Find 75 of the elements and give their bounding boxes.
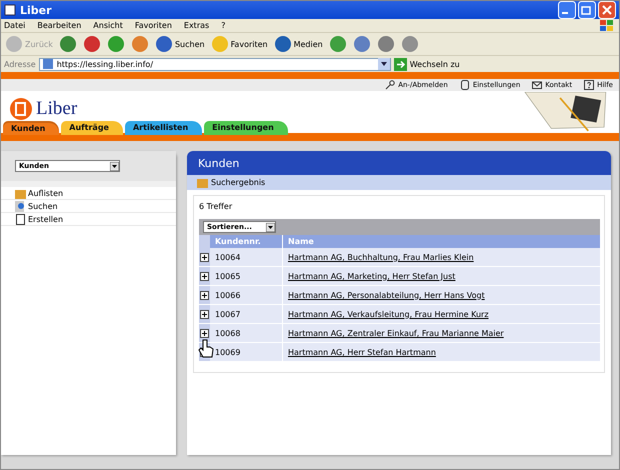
expand-icon[interactable] — [200, 310, 209, 318]
section-label: Suchergebnis — [211, 178, 266, 187]
menu-item[interactable]: Extras — [184, 21, 210, 30]
table-cell: 10067 — [210, 305, 283, 323]
toolbar-icon — [82, 35, 101, 53]
toolbar-icon — [106, 35, 125, 53]
address-field[interactable]: https://lessing.liber.info/ — [38, 58, 391, 70]
toolbar-button[interactable] — [400, 35, 419, 53]
document-icon — [15, 214, 26, 224]
toolbar-button[interactable]: Medien — [274, 35, 323, 53]
logo-text: Liber — [36, 98, 78, 120]
dropdown-icon — [110, 162, 119, 170]
folder-icon — [197, 177, 208, 188]
expand-icon[interactable] — [200, 252, 209, 262]
panel-title: Kunden — [187, 151, 611, 175]
dropdown-icon — [378, 58, 390, 70]
minimize-button[interactable] — [558, 1, 576, 19]
key-icon — [385, 80, 396, 90]
toolbar-icon — [130, 35, 149, 53]
window-title: Liber — [20, 4, 53, 16]
menu-item[interactable]: Ansicht — [93, 21, 123, 30]
toolbar-icon — [5, 35, 23, 53]
toolbar-button[interactable] — [376, 35, 395, 53]
toolbar-button[interactable]: Favoriten — [210, 35, 268, 53]
toolbar-button[interactable] — [328, 35, 347, 53]
customer-link[interactable]: Hartmann AG, Zentraler Einkauf, Frau Marianne Maier — [288, 328, 504, 338]
address-label: Adresse — [4, 60, 36, 68]
customer-link[interactable]: Hartmann AG, Herr Stefan Hartmann — [288, 348, 436, 356]
toolbar-icon — [328, 35, 347, 53]
sidebar-item[interactable]: Erstellen — [1, 213, 176, 226]
menu-item[interactable]: Datei — [4, 21, 26, 30]
toolbar-button[interactable] — [58, 35, 77, 53]
close-button[interactable] — [598, 1, 616, 19]
nav-tab[interactable]: Einstellungen — [204, 121, 288, 135]
sidebar-item[interactable]: Auflisten — [1, 187, 176, 200]
customer-link[interactable]: Hartmann AG, Marketing, Herr Stefan Just — [288, 272, 456, 280]
dropdown-icon — [266, 222, 275, 232]
page-icon — [4, 4, 16, 16]
menu-item[interactable]: Favoriten — [134, 21, 172, 30]
table-cell: 10068 — [210, 324, 283, 342]
toolbar-icon — [352, 35, 371, 53]
table-cell: 10065 — [210, 267, 283, 285]
table-cell: 10064 — [210, 248, 283, 266]
expand-icon[interactable] — [200, 290, 209, 300]
toolbar-button[interactable] — [82, 35, 101, 53]
expand-icon[interactable] — [200, 328, 209, 338]
toolbar-button[interactable]: Suchen — [154, 35, 205, 53]
toolbar-button[interactable] — [352, 35, 371, 53]
page-icon — [42, 58, 54, 70]
nav-tab[interactable]: Artikellisten — [124, 121, 202, 135]
expand-icon[interactable] — [200, 272, 209, 280]
go-button[interactable]: Wechseln zu — [394, 58, 460, 70]
customer-link[interactable]: Hartmann AG, Buchhaltung, Frau Marlies Klein — [288, 252, 474, 262]
sidebar-item[interactable]: Suchen — [1, 200, 176, 213]
nav-tab[interactable]: Kunden — [3, 121, 60, 135]
table-cell: 10066 — [210, 286, 283, 304]
nav-tab[interactable]: Aufträge — [61, 121, 123, 135]
logo-icon — [9, 97, 33, 121]
help-icon — [584, 80, 594, 90]
toolbar-icon — [58, 35, 77, 53]
toolbar-icon — [274, 35, 292, 53]
folder-icon — [15, 188, 26, 198]
envelope-icon — [532, 80, 542, 90]
toolbar-icon — [400, 35, 419, 53]
customer-link[interactable]: Hartmann AG, Verkaufsleitung, Frau Hermine Kurz — [288, 310, 489, 318]
menu-item[interactable]: ? — [221, 21, 226, 30]
toolbar-icon — [376, 35, 395, 53]
toolbar-button[interactable] — [106, 35, 125, 53]
windows-flag-icon — [599, 18, 615, 32]
arrow-icon — [394, 58, 407, 70]
result-count: 6 Treffer — [199, 202, 234, 211]
toolbar-icon — [210, 35, 229, 53]
customer-link[interactable]: Hartmann AG, Personalabteilung, Herr Hans Vogt — [288, 290, 485, 300]
menu-item[interactable]: Bearbeiten — [37, 21, 82, 30]
maximize-button[interactable] — [578, 1, 596, 19]
